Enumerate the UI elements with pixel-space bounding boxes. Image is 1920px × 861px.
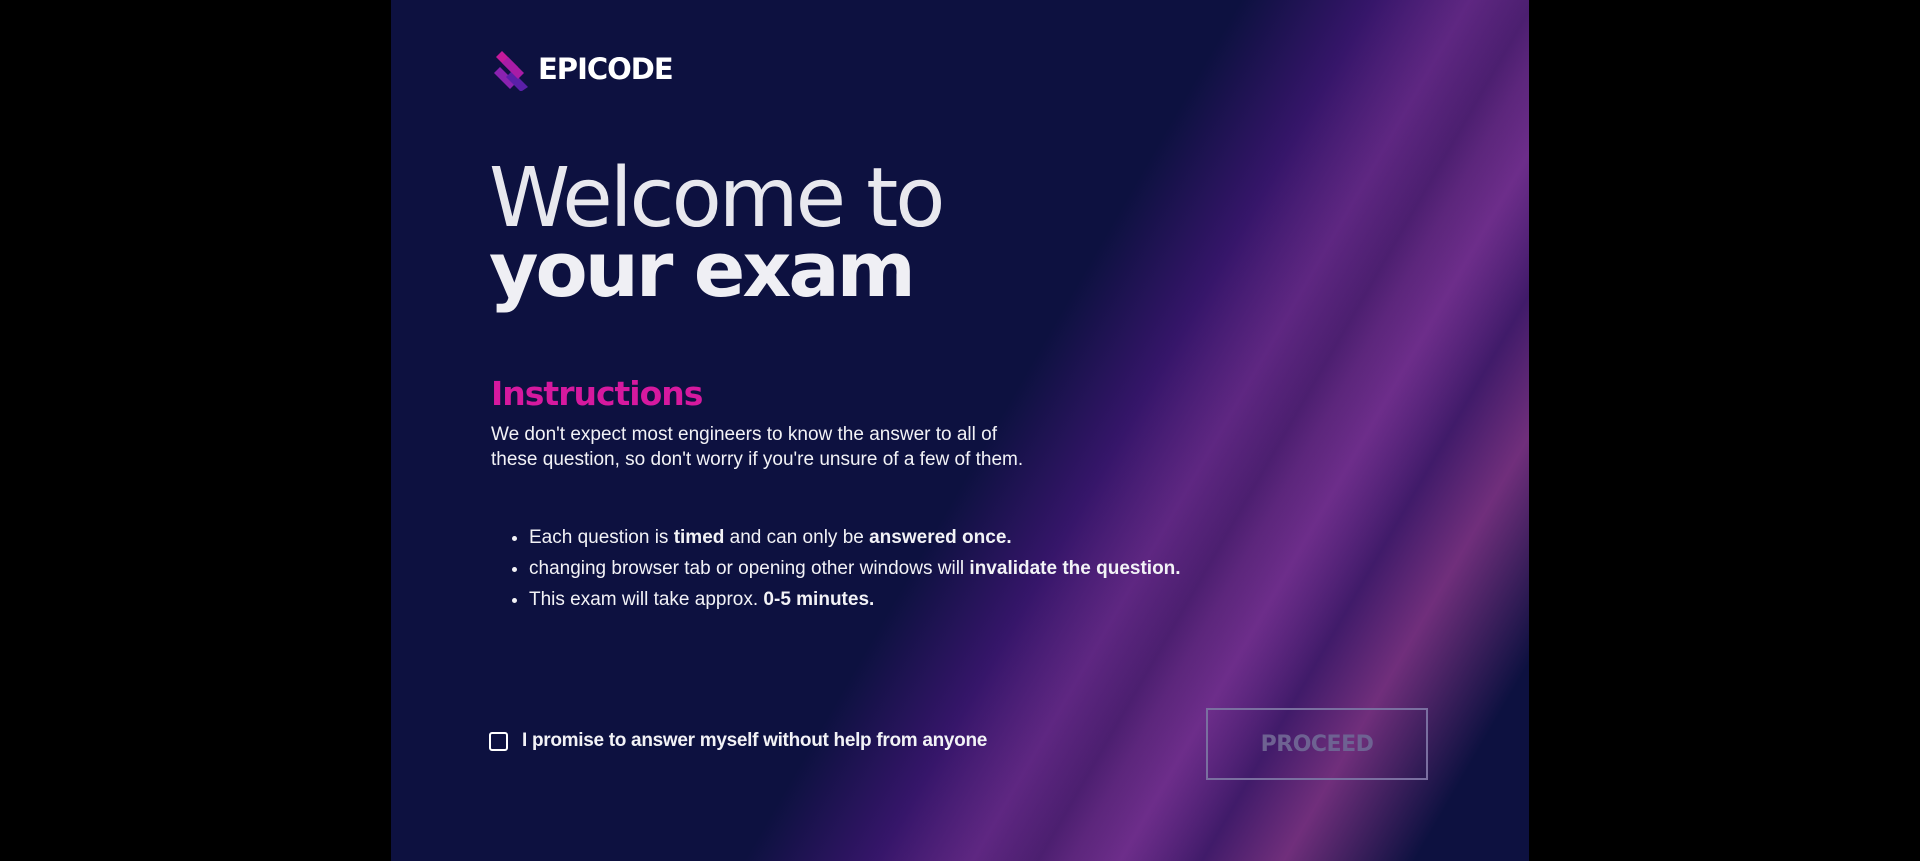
list-item: This exam will take approx. 0-5 minutes.: [529, 584, 1181, 615]
bullet-text: and can only be: [724, 527, 870, 548]
bullet-text: This exam will take approx.: [529, 589, 764, 610]
brand-name: EPICODE: [538, 52, 674, 86]
promise-label[interactable]: I promise to answer myself without help …: [522, 730, 987, 752]
bullet-emphasis: 0-5 minutes.: [763, 589, 875, 610]
intro-line-2: these question, so don't worry if you're…: [491, 449, 1024, 470]
bullet-emphasis: answered once.: [869, 527, 1012, 548]
bullet-emphasis: timed: [673, 527, 725, 548]
instructions-heading: Instructions: [491, 374, 703, 413]
instructions-intro: We don't expect most engineers to know t…: [491, 422, 1111, 472]
promise-checkbox-row[interactable]: I promise to answer myself without help …: [489, 730, 987, 752]
bullet-emphasis: invalidate the question.: [969, 558, 1181, 579]
exam-welcome-page: EPICODE Welcome to your exam Instruction…: [391, 0, 1529, 861]
epicode-stripes-icon: [494, 51, 528, 91]
promise-checkbox[interactable]: [489, 731, 508, 751]
list-item: Each question is timed and can only be a…: [529, 522, 1181, 553]
instructions-list: Each question is timed and can only be a…: [509, 522, 1181, 615]
intro-line-1: We don't expect most engineers to know t…: [491, 424, 997, 445]
list-item: changing browser tab or opening other wi…: [529, 553, 1181, 584]
proceed-button[interactable]: PROCEED: [1206, 708, 1428, 780]
epicode-logo: EPICODE: [492, 47, 674, 91]
bullet-text: Each question is: [529, 527, 674, 548]
bullet-text: changing browser tab or opening other wi…: [529, 558, 970, 579]
page-title-line-2: your exam: [489, 225, 916, 314]
content: EPICODE Welcome to your exam Instruction…: [391, 0, 1529, 861]
